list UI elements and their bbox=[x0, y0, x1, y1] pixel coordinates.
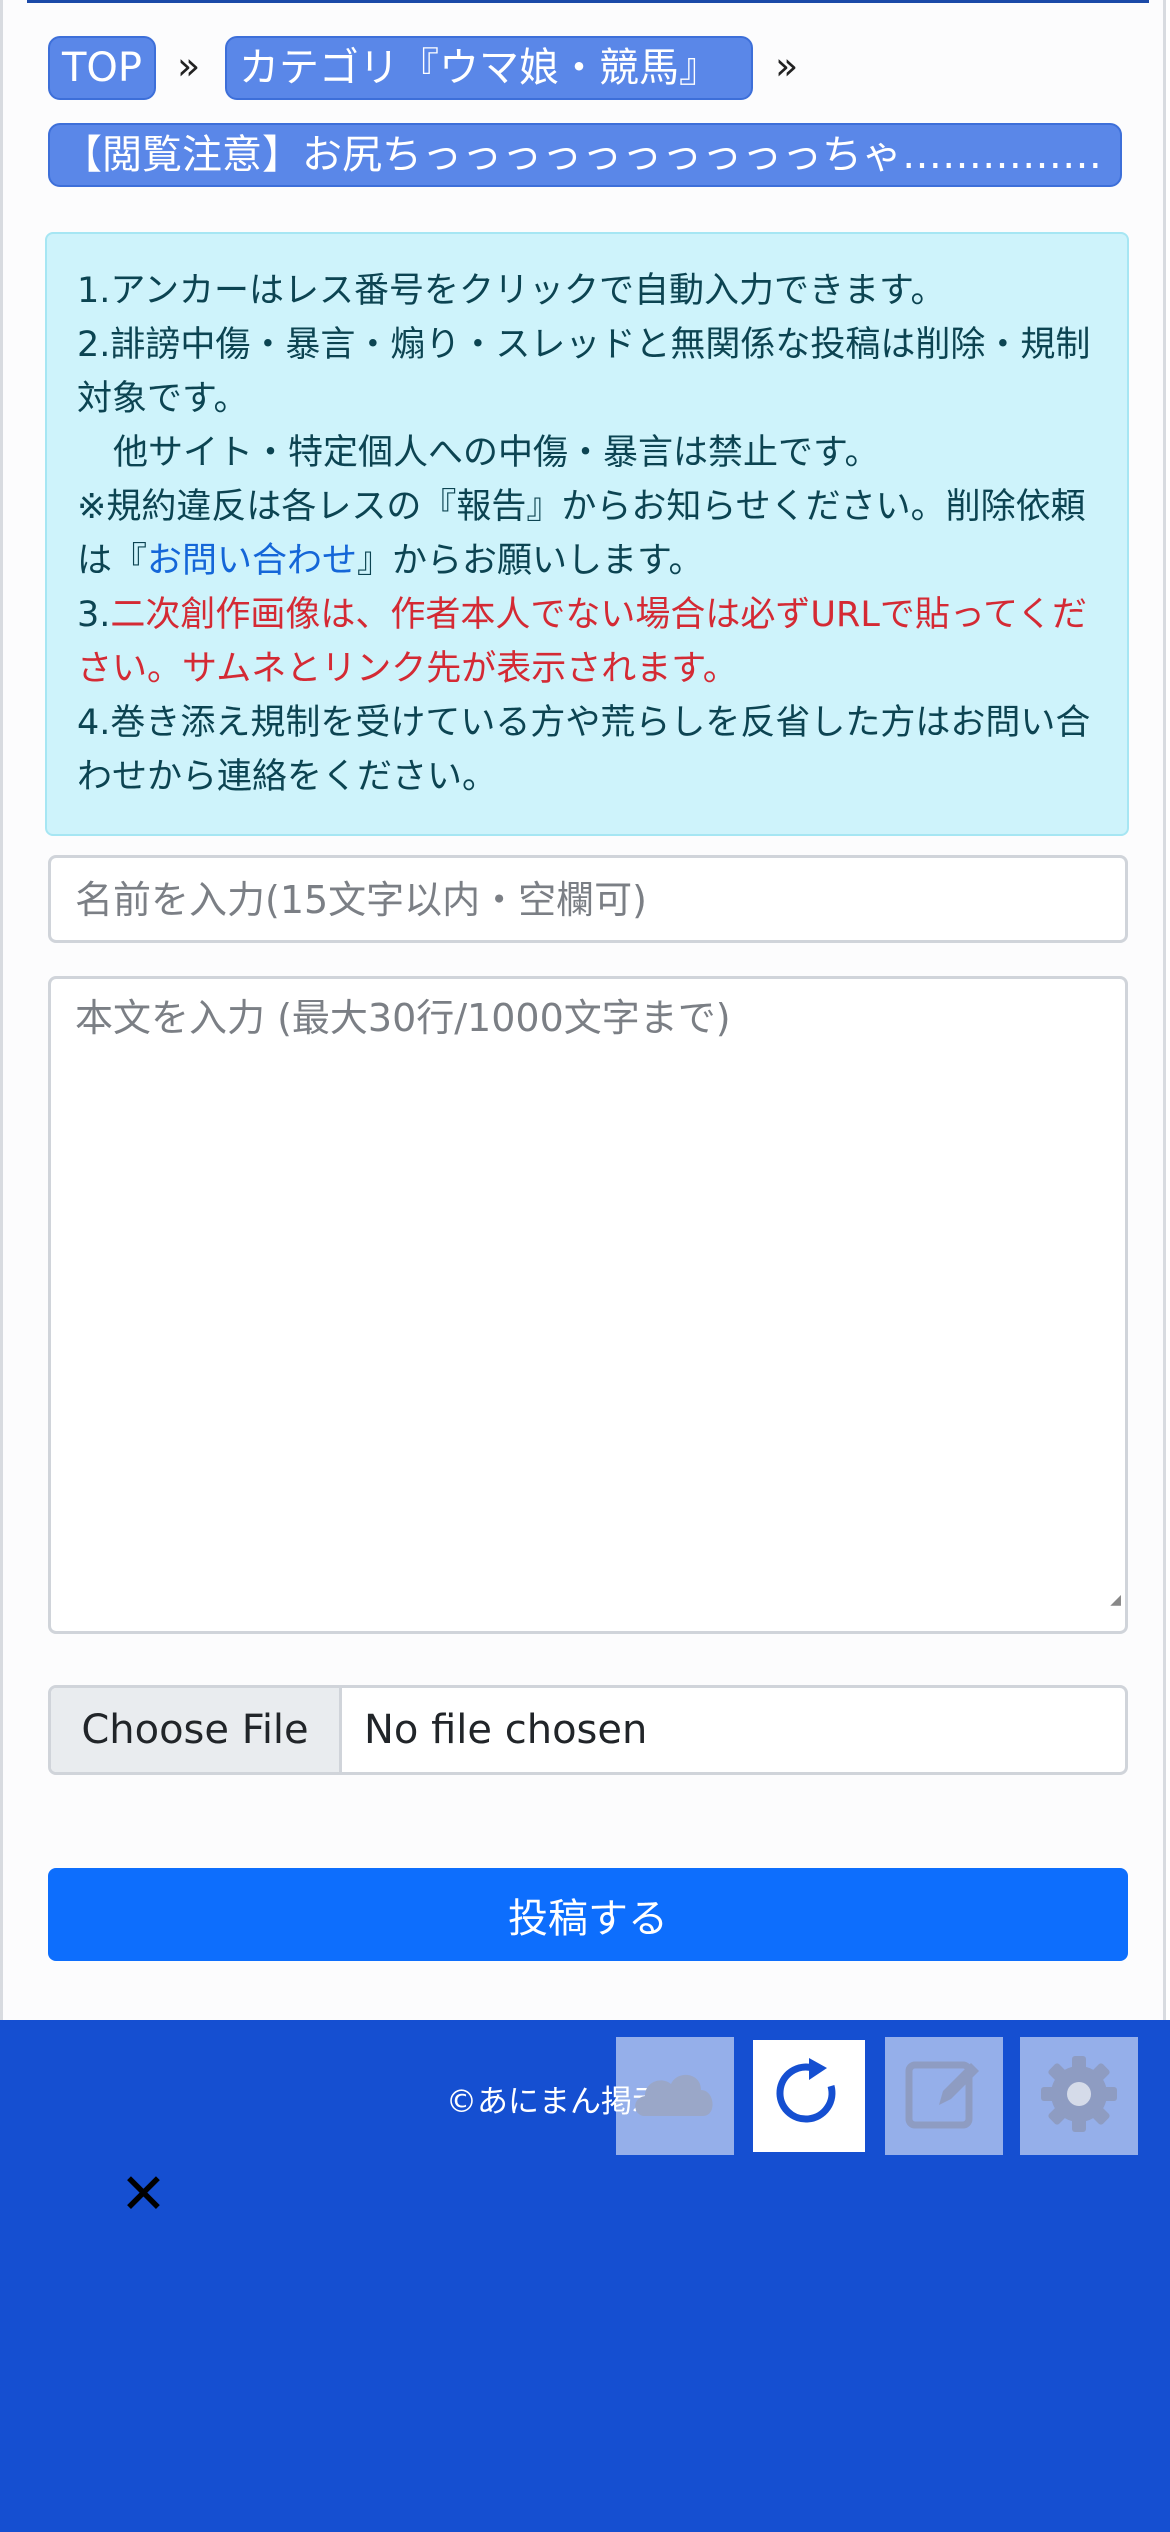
edit-icon bbox=[899, 2049, 989, 2143]
gear-icon bbox=[1034, 2049, 1124, 2143]
breadcrumb-top-link[interactable]: TOP bbox=[48, 36, 156, 100]
compose-button[interactable] bbox=[885, 2037, 1003, 2155]
breadcrumb-separator: » bbox=[177, 44, 201, 88]
notice-warning: 二次創作画像は、作者本人でない場合は必ずURLで貼ってください。サムネとリンク先… bbox=[77, 595, 1088, 689]
notice-text: 』からお願いします。 bbox=[357, 541, 704, 581]
cloud-upload-icon bbox=[627, 2046, 723, 2146]
notice-text: 3. bbox=[77, 595, 111, 635]
reload-button[interactable] bbox=[750, 2037, 868, 2155]
body-placeholder: 本文を入力 (最大30行/1000文字まで) bbox=[75, 996, 731, 1040]
close-icon[interactable]: ✕ bbox=[120, 2165, 167, 2225]
refresh-icon bbox=[769, 2054, 849, 2138]
breadcrumb-thread-link[interactable]: 【閲覧注意】お尻ちっっっっっっっっっっちゃ…………… bbox=[48, 123, 1122, 187]
notice-line: 4.巻き添え規制を受けている方や荒らしを反省した方はお問い合わせから連絡をくださ… bbox=[77, 703, 1091, 797]
notice-line: 3.二次創作画像は、作者本人でない場合は必ずURLで貼ってください。サムネとリン… bbox=[77, 588, 1091, 696]
resize-handle-icon[interactable]: ◢ bbox=[1110, 1571, 1121, 1629]
settings-button[interactable] bbox=[1020, 2037, 1138, 2155]
breadcrumb-category-link[interactable]: カテゴリ『ウマ娘・競馬』 bbox=[225, 36, 753, 100]
page-container: TOP » カテゴリ『ウマ娘・競馬』 » 【閲覧注意】お尻ちっっっっっっっっっっ… bbox=[0, 0, 1166, 2020]
rules-notice: 1.アンカーはレス番号をクリックで自動入力できます。 2.誹謗中傷・暴言・煽り・… bbox=[45, 232, 1129, 836]
name-input[interactable]: 名前を入力(15文字以内・空欄可) bbox=[48, 855, 1128, 943]
breadcrumb-separator: » bbox=[775, 44, 799, 88]
notice-line: 他サイト・特定個人への中傷・暴言は禁止です。 bbox=[113, 433, 880, 473]
upload-button[interactable] bbox=[616, 2037, 734, 2155]
file-status: No file chosen bbox=[364, 1707, 648, 1753]
body-textarea[interactable]: 本文を入力 (最大30行/1000文字まで) ◢ bbox=[48, 976, 1128, 1634]
file-input[interactable]: Choose File No file chosen bbox=[48, 1685, 1128, 1775]
name-placeholder: 名前を入力(15文字以内・空欄可) bbox=[75, 878, 648, 922]
submit-button[interactable]: 投稿する bbox=[48, 1868, 1128, 1961]
contact-link[interactable]: お問い合わせ bbox=[147, 541, 357, 581]
notice-line: ※規約違反は各レスの『報告』からお知らせください。削除依頼は『お問い合わせ』から… bbox=[77, 480, 1091, 588]
notice-line: 2.誹謗中傷・暴言・煽り・スレッドと無関係な投稿は削除・規制対象です。 bbox=[77, 325, 1091, 419]
top-divider bbox=[27, 0, 1149, 3]
notice-line: 1.アンカーはレス番号をクリックで自動入力できます。 bbox=[77, 271, 946, 311]
choose-file-button[interactable]: Choose File bbox=[51, 1688, 342, 1772]
